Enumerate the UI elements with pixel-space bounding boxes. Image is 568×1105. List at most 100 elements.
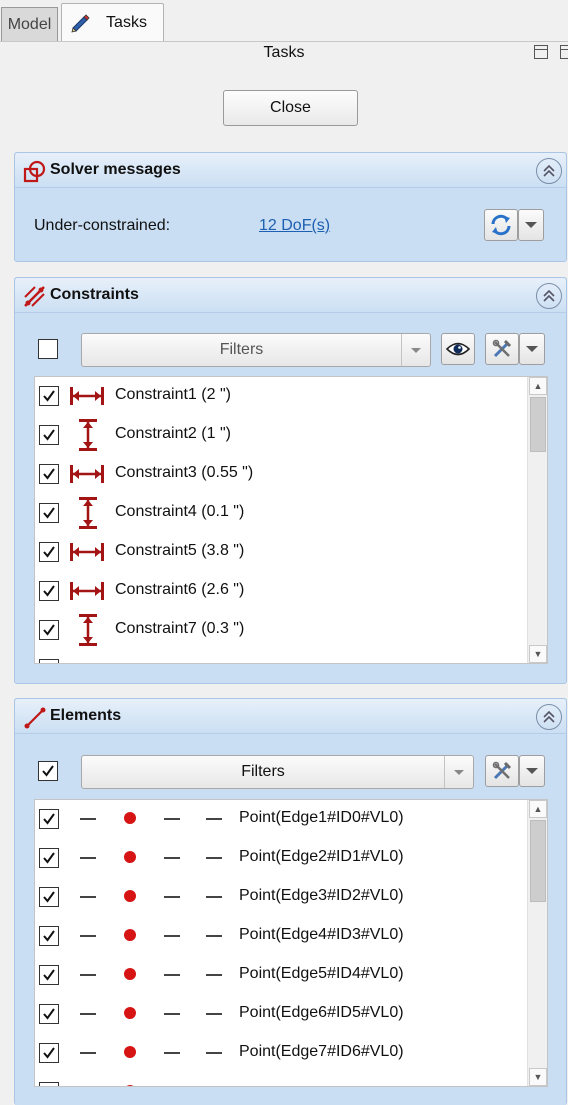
edge-icon[interactable] <box>80 1013 96 1015</box>
constraints-icon <box>24 286 45 307</box>
element-checkbox[interactable] <box>39 848 59 868</box>
constraint-row[interactable]: Constraint5 (3.8 ") <box>35 533 527 572</box>
constraint-row[interactable]: Constraint1 (2 ") <box>35 377 527 416</box>
elements-settings-dropdown[interactable] <box>519 755 545 787</box>
point-icon[interactable] <box>124 851 136 863</box>
edge-icon[interactable] <box>80 818 96 820</box>
edge-icon[interactable] <box>80 1052 96 1054</box>
element-row[interactable]: Point(Edge3#ID2#VL0) <box>35 878 527 917</box>
pencil-icon <box>71 14 90 33</box>
element-row[interactable]: Point(Edge7#ID6#VL0) <box>35 1034 527 1073</box>
elements-scrollbar[interactable]: ▲ ▼ <box>527 800 547 1086</box>
dof-link[interactable]: 12 DoF(s) <box>259 217 330 235</box>
elements-settings-button[interactable] <box>485 755 519 787</box>
edge-icon[interactable] <box>164 974 180 976</box>
constraints-settings-dropdown[interactable] <box>519 333 545 365</box>
scroll-down-icon[interactable]: ▼ <box>529 645 547 663</box>
edge-icon[interactable] <box>164 857 180 859</box>
scroll-up-icon[interactable]: ▲ <box>529 377 547 395</box>
constraint-label: Constraint3 (0.55 ") <box>115 464 254 481</box>
scroll-thumb[interactable] <box>530 397 546 452</box>
refresh-button[interactable] <box>484 209 518 241</box>
constraint-row[interactable]: Constraint3 (0.55 ") <box>35 455 527 494</box>
edge-icon[interactable] <box>80 896 96 898</box>
elements-list[interactable]: Point(Edge1#ID0#VL0) Point(Edge2#ID1#VL0)… <box>34 799 548 1087</box>
point-icon[interactable] <box>124 812 136 824</box>
float-panel-button[interactable] <box>534 45 548 59</box>
edge-icon[interactable] <box>206 1052 222 1054</box>
scroll-down-icon[interactable]: ▼ <box>529 1068 547 1086</box>
point-icon[interactable] <box>124 1007 136 1019</box>
constraint-row[interactable]: Constraint7 (0.3 ") <box>35 611 527 650</box>
solver-messages-header[interactable]: Solver messages <box>15 153 566 188</box>
edge-icon[interactable] <box>164 935 180 937</box>
refresh-options-dropdown[interactable] <box>518 209 544 241</box>
element-row[interactable]: Point(Edge2#ID1#VL0) <box>35 839 527 878</box>
edge-icon[interactable] <box>80 935 96 937</box>
element-checkbox[interactable] <box>39 887 59 907</box>
scroll-up-icon[interactable]: ▲ <box>529 800 547 818</box>
edge-icon[interactable] <box>164 1052 180 1054</box>
constraint-label: Constraint2 (1 ") <box>115 425 231 442</box>
visibility-button[interactable] <box>441 333 475 365</box>
elements-header[interactable]: Elements <box>15 699 566 734</box>
eye-icon <box>446 342 470 356</box>
tab-tasks-label: Tasks <box>106 13 147 31</box>
constraint-checkbox[interactable] <box>39 581 59 601</box>
tab-bar: Model Tasks <box>0 0 568 42</box>
constraint-row[interactable]: Constraint4 (0.1 ") <box>35 494 527 533</box>
elements-filters-combo[interactable]: Filters <box>81 755 474 789</box>
element-label: Point(Edge1#ID0#VL0) <box>239 809 404 826</box>
constraint-row[interactable]: Constraint6 (2.6 ") <box>35 572 527 611</box>
collapse-icon[interactable] <box>536 158 562 184</box>
scroll-thumb[interactable] <box>530 820 546 902</box>
constraints-header[interactable]: Constraints <box>15 278 566 313</box>
element-checkbox[interactable] <box>39 965 59 985</box>
constraints-select-all-checkbox[interactable] <box>38 339 58 359</box>
element-checkbox[interactable] <box>39 926 59 946</box>
constraint-checkbox[interactable] <box>39 464 59 484</box>
point-icon[interactable] <box>124 890 136 902</box>
vertical-dimension-icon <box>79 497 97 529</box>
elements-select-all-checkbox[interactable] <box>38 761 58 781</box>
edge-icon[interactable] <box>206 857 222 859</box>
edge-icon[interactable] <box>206 1013 222 1015</box>
point-icon[interactable] <box>124 1046 136 1058</box>
close-panel-button[interactable] <box>560 45 568 59</box>
edge-icon[interactable] <box>164 1013 180 1015</box>
element-row[interactable]: Point(Edge1#ID0#VL0) <box>35 800 527 839</box>
close-button[interactable]: Close <box>223 90 358 126</box>
edge-icon[interactable] <box>206 974 222 976</box>
constraints-settings-button[interactable] <box>485 333 519 365</box>
constraint-checkbox[interactable] <box>39 503 59 523</box>
edge-icon[interactable] <box>164 818 180 820</box>
edge-icon[interactable] <box>206 896 222 898</box>
element-checkbox[interactable] <box>39 1043 59 1063</box>
edge-icon[interactable] <box>80 857 96 859</box>
element-row[interactable]: Point(Edge6#ID5#VL0) <box>35 995 527 1034</box>
element-checkbox[interactable] <box>39 1004 59 1024</box>
point-icon <box>124 1085 136 1086</box>
collapse-icon[interactable] <box>536 283 562 309</box>
chevron-down-icon <box>401 334 430 366</box>
constraint-checkbox[interactable] <box>39 386 59 406</box>
edge-icon[interactable] <box>164 896 180 898</box>
constraint-row[interactable]: Constraint2 (1 ") <box>35 416 527 455</box>
edge-icon[interactable] <box>80 974 96 976</box>
tab-model[interactable]: Model <box>1 7 58 41</box>
constraints-list[interactable]: Constraint1 (2 ") Constraint2 (1 ") Constr… <box>34 376 548 664</box>
edge-icon[interactable] <box>206 935 222 937</box>
element-row[interactable]: Point(Edge4#ID3#VL0) <box>35 917 527 956</box>
tab-tasks[interactable]: Tasks <box>61 3 164 41</box>
constraint-checkbox[interactable] <box>39 542 59 562</box>
collapse-icon[interactable] <box>536 704 562 730</box>
point-icon[interactable] <box>124 968 136 980</box>
constraints-scrollbar[interactable]: ▲ ▼ <box>527 377 547 663</box>
element-row[interactable]: Point(Edge5#ID4#VL0) <box>35 956 527 995</box>
edge-icon[interactable] <box>206 818 222 820</box>
constraint-checkbox[interactable] <box>39 620 59 640</box>
point-icon[interactable] <box>124 929 136 941</box>
element-checkbox[interactable] <box>39 809 59 829</box>
constraints-filters-combo[interactable]: Filters <box>81 333 431 367</box>
constraint-checkbox[interactable] <box>39 425 59 445</box>
